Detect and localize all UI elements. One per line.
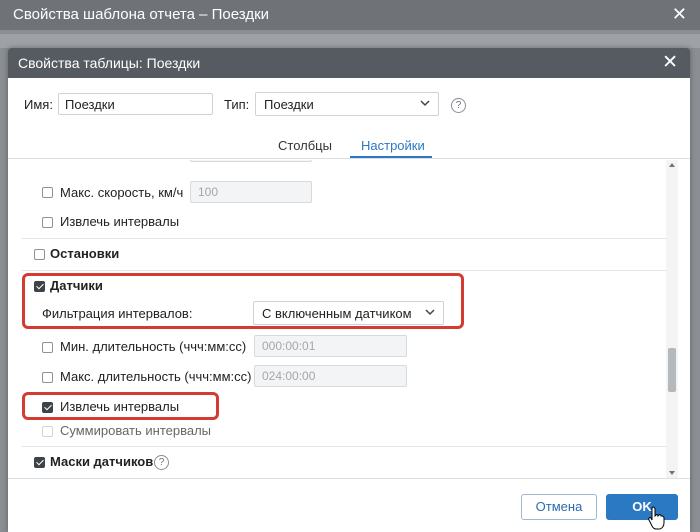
section-divider [22,238,668,239]
max-duration-input[interactable]: 024:00:00 [254,365,407,387]
sum-intervals-label: Суммировать интервалы [60,423,212,438]
tab-columns[interactable]: Столбцы [278,138,332,153]
sensors-highlight-box [22,273,464,329]
section-divider [22,270,668,271]
parent-window-titlebar: Свойства шаблона отчета – Поездки ✕ [0,0,700,30]
max-duration-checkbox[interactable] [42,372,53,383]
sum-intervals-checkbox [42,426,53,437]
hand-cursor-icon [648,506,665,530]
cancel-button[interactable]: Отмена [521,494,597,520]
previous-field-remnant [190,160,312,162]
chevron-down-icon [420,100,430,107]
parent-window-strip [0,34,700,48]
min-duration-label: Мин. длительность (ччч:мм:сс) [60,339,247,354]
extract-intervals-top-checkbox[interactable] [42,217,53,228]
dialog-close-icon[interactable]: ✕ [662,51,678,74]
tabs-divider [8,158,690,159]
max-speed-input[interactable]: 100 [190,181,312,203]
stops-label: Остановки [50,246,120,261]
section-divider [22,446,668,447]
stops-checkbox[interactable] [34,249,45,260]
settings-scrollbar[interactable] [666,160,678,478]
parent-close-icon[interactable]: ✕ [672,4,687,25]
type-select-value: Поездки [264,97,314,112]
dialog-titlebar: Свойства таблицы: Поездки ✕ [8,48,690,78]
name-input[interactable] [58,93,213,115]
parent-window-title: Свойства шаблона отчета – Поездки [13,6,270,23]
sensor-masks-help-icon[interactable]: ? [154,455,169,470]
extract-intervals-highlight-box [22,392,219,420]
sensor-masks-checkbox[interactable] [34,457,45,468]
min-duration-checkbox[interactable] [42,342,53,353]
type-label: Тип: [224,97,250,112]
ok-button[interactable]: OK [606,494,678,520]
type-select[interactable]: Поездки [255,92,439,116]
sensor-masks-label: Маски датчиков [50,454,154,469]
min-duration-input[interactable]: 000:00:01 [254,335,407,357]
table-properties-dialog: Свойства таблицы: Поездки ✕ Имя: Тип: По… [8,48,690,532]
max-speed-checkbox[interactable] [42,187,53,198]
scroll-down-arrow-icon[interactable] [669,471,675,475]
scroll-up-arrow-icon[interactable] [669,163,675,167]
settings-pane: Макс. скорость, км/ч 100 Извлечь интерва… [8,160,690,478]
type-help-icon[interactable]: ? [451,98,466,113]
max-speed-label: Макс. скорость, км/ч [60,185,184,200]
scrollbar-thumb[interactable] [668,348,676,392]
footer-divider [8,478,690,479]
max-duration-label: Макс. длительность (ччч:мм:сс) [60,369,252,384]
dialog-title: Свойства таблицы: Поездки [18,55,201,71]
tab-settings[interactable]: Настройки [361,138,425,153]
extract-intervals-top-label: Извлечь интервалы [60,214,180,229]
name-label: Имя: [24,97,53,112]
